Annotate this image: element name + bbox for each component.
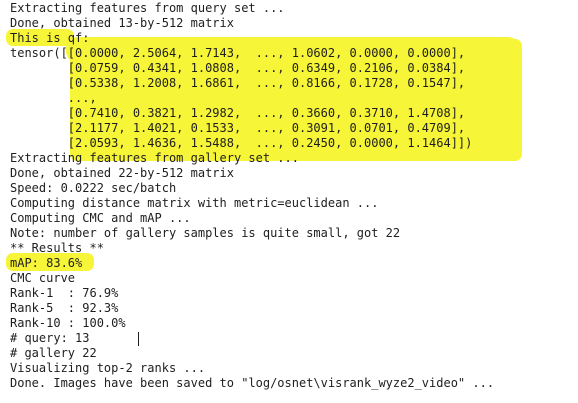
terminal-line: Rank-5 : 92.3% bbox=[10, 301, 119, 315]
terminal-line: Rank-10 : 100.0% bbox=[10, 316, 126, 330]
terminal-line: mAP: 83.6% bbox=[10, 256, 83, 270]
terminal-line: Done, obtained 13-by-512 matrix bbox=[10, 16, 234, 30]
terminal-line: ** Results ** bbox=[10, 241, 104, 255]
terminal-line: Note: number of gallery samples is quite… bbox=[10, 226, 401, 240]
terminal-line: ..., bbox=[10, 91, 97, 105]
terminal-line: [0.0759, 0.4341, 1.0808, ..., 0.6349, 0.… bbox=[10, 61, 466, 75]
terminal-line: [0.7410, 0.3821, 1.2982, ..., 0.3660, 0.… bbox=[10, 106, 466, 120]
terminal-line: Extracting features from query set ... bbox=[10, 1, 285, 15]
terminal-line: # gallery 22 bbox=[10, 346, 97, 360]
terminal-line: Rank-1 : 76.9% bbox=[10, 286, 119, 300]
terminal-line: This is qf: bbox=[10, 31, 90, 45]
terminal-line: Visualizing top-2 ranks ... bbox=[10, 361, 206, 375]
terminal-output[interactable]: Extracting features from query set ... D… bbox=[0, 0, 578, 403]
terminal-line: Computing CMC and mAP ... bbox=[10, 211, 191, 225]
terminal-line: Computing distance matrix with metric=eu… bbox=[10, 196, 379, 210]
terminal-line: Extracting features from gallery set ... bbox=[10, 151, 299, 165]
terminal-line: Done. Images have been saved to "log/osn… bbox=[10, 376, 495, 390]
terminal-line: [2.1177, 1.4021, 0.1533, ..., 0.3091, 0.… bbox=[10, 121, 466, 135]
terminal-line: [0.5338, 1.2008, 1.6861, ..., 0.8166, 0.… bbox=[10, 76, 466, 90]
text-cursor bbox=[138, 332, 139, 346]
terminal-line: tensor([[0.0000, 2.5064, 1.7143, ..., 1.… bbox=[10, 46, 466, 60]
terminal-line: # query: 13 bbox=[10, 331, 90, 345]
terminal-line: [2.0593, 1.4636, 1.5488, ..., 0.2450, 0.… bbox=[10, 136, 473, 150]
terminal-line: Done, obtained 22-by-512 matrix bbox=[10, 166, 234, 180]
terminal-line: Speed: 0.0222 sec/batch bbox=[10, 181, 177, 195]
terminal-line: CMC curve bbox=[10, 271, 76, 285]
